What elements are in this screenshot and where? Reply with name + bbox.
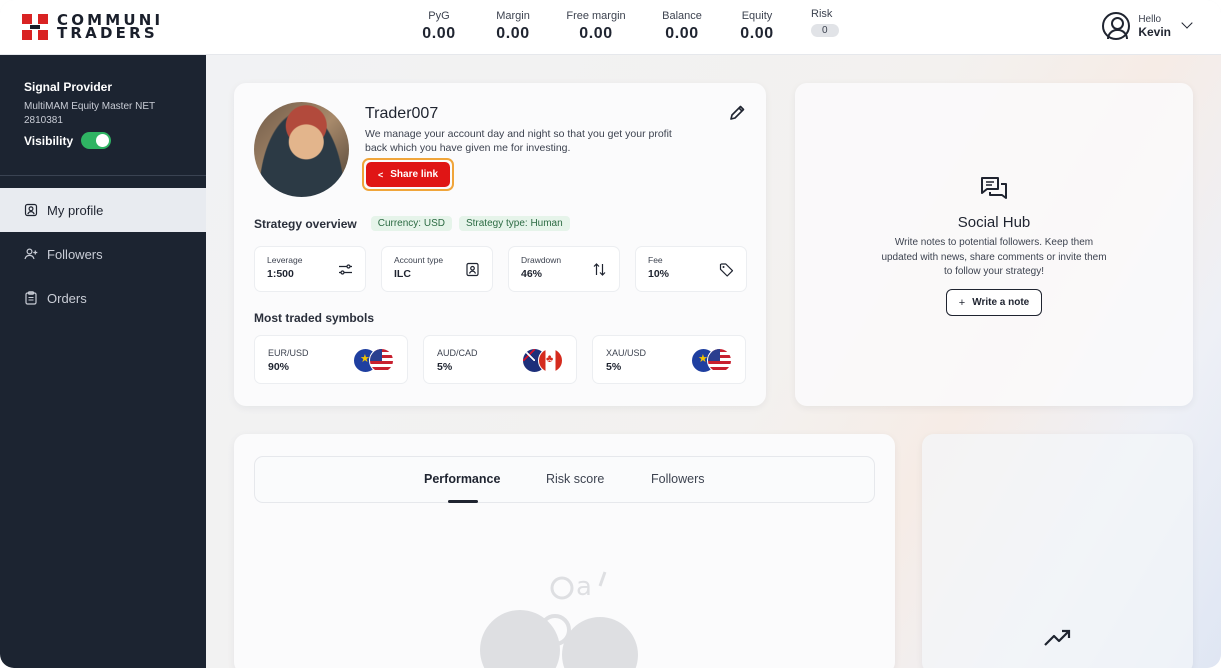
- stat-label: PyG: [428, 10, 450, 22]
- stat-free-margin: Free margin 0.00: [565, 10, 627, 43]
- account-name: MultiMAM Equity Master NET: [24, 101, 156, 112]
- us-flag-icon: [369, 348, 394, 373]
- sidebar-item-orders[interactable]: Orders: [0, 276, 206, 320]
- stat-value: 0.00: [422, 25, 456, 42]
- symbol-aud-cad: AUD/CAD 5%: [423, 335, 577, 384]
- share-link-button[interactable]: < Share link: [366, 162, 451, 187]
- risk-label: Risk: [811, 8, 833, 20]
- account-number: 2810381: [24, 115, 63, 126]
- sidebar-item-my-profile[interactable]: My profile: [0, 188, 206, 232]
- stat-risk: Risk 0: [811, 8, 845, 38]
- up-down-arrows-icon: [593, 263, 606, 276]
- social-hub-description: Write notes to potential followers. Keep…: [881, 237, 1107, 277]
- chevron-down-icon[interactable]: [1181, 17, 1193, 29]
- share-link-label: Share link: [390, 169, 439, 180]
- most-traded-symbols: EUR/USD 90% AUD/CAD 5% XAU/USD 5%: [254, 335, 761, 384]
- trending-up-icon: [1044, 629, 1071, 646]
- tab-performance[interactable]: Performance: [424, 472, 500, 486]
- ca-flag-icon: [538, 348, 563, 373]
- user-menu[interactable]: Hello Kevin: [1102, 12, 1193, 40]
- stat-value: 0.00: [665, 25, 699, 42]
- tab-followers[interactable]: Followers: [651, 472, 705, 486]
- strategy-overview-header: Strategy overview Currency: USD Strategy…: [254, 216, 577, 231]
- us-flag-icon: [707, 348, 732, 373]
- currency-flags: [691, 348, 733, 373]
- active-tab-indicator: [448, 500, 478, 503]
- user-avatar-icon: [1102, 12, 1131, 40]
- symbol-xau-usd: XAU/USD 5%: [592, 335, 746, 384]
- stat-label: Free margin: [566, 10, 626, 22]
- top-bar: COMMUNI TRADERS PyG 0.00 Margin 0.00 Fre…: [0, 0, 1221, 55]
- sliders-icon: [339, 264, 352, 275]
- profile-description: We manage your account day and night so …: [365, 128, 672, 154]
- sidebar-item-label: Followers: [47, 246, 103, 262]
- stat-label: Equity: [741, 10, 773, 22]
- performance-card: Performance Risk score Followers a: [234, 434, 895, 668]
- stat-margin: Margin 0.00: [494, 10, 532, 43]
- account-info: MultiMAM Equity Master NET 2810381: [24, 100, 182, 128]
- stat-value: 0.00: [740, 25, 774, 42]
- add-user-icon: [24, 248, 38, 260]
- visibility-row: Visibility: [24, 132, 182, 149]
- sidebar-item-label: Orders: [47, 290, 87, 306]
- metric-drawdown: Drawdown 46%: [508, 246, 620, 292]
- profile-card: Trader007 We manage your account day and…: [234, 83, 766, 406]
- social-hub-card: Social Hub Write notes to potential foll…: [795, 83, 1193, 406]
- clipboard-icon: [25, 291, 37, 305]
- social-hub-title: Social Hub: [957, 214, 1031, 231]
- write-note-label: Write a note: [972, 297, 1030, 308]
- profile-icon: [24, 203, 38, 217]
- currency-tag: Currency: USD: [370, 216, 452, 231]
- svg-text:a: a: [576, 572, 592, 602]
- secondary-card: [922, 434, 1193, 668]
- empty-state-illustration: a: [480, 571, 638, 668]
- metric-fee: Fee 10%: [635, 246, 747, 292]
- sidebar-title: Signal Provider: [24, 80, 113, 94]
- sidebar-item-label: My profile: [47, 202, 104, 218]
- stat-label: Balance: [662, 10, 702, 22]
- user-name: Kevin: [1138, 24, 1171, 39]
- strategy-metrics: Leverage 1:500 Account type ILC Drawdown…: [254, 246, 762, 292]
- strategy-type-tag: Strategy type: Human: [458, 216, 570, 231]
- id-card-icon: [466, 262, 479, 277]
- strategy-overview-title: Strategy overview: [254, 216, 357, 231]
- user-text: Hello Kevin: [1138, 14, 1171, 39]
- user-greeting: Hello: [1138, 13, 1162, 25]
- share-icon: <: [378, 169, 384, 180]
- visibility-label: Visibility: [24, 133, 74, 148]
- stat-equity: Equity 0.00: [737, 10, 777, 43]
- currency-flags: [353, 348, 395, 373]
- tag-icon: [719, 263, 734, 277]
- sidebar-divider: [0, 175, 206, 176]
- chat-bubbles-icon: [981, 177, 1007, 199]
- currency-flags: [522, 348, 564, 373]
- stat-value: 0.00: [579, 25, 613, 42]
- plus-icon: +: [958, 296, 966, 309]
- stat-value: 0.00: [496, 25, 530, 42]
- sidebar-nav: My profile Followers Orders: [0, 188, 206, 320]
- share-link-focus-ring: < Share link: [362, 158, 455, 191]
- account-stats: PyG 0.00 Margin 0.00 Free margin 0.00 Ba…: [0, 8, 1221, 50]
- pencil-icon[interactable]: [728, 104, 746, 122]
- visibility-toggle[interactable]: [81, 132, 112, 149]
- symbol-eur-usd: EUR/USD 90%: [254, 335, 408, 384]
- metric-account-type: Account type ILC: [381, 246, 493, 292]
- profile-avatar: [254, 102, 349, 197]
- write-note-button[interactable]: + Write a note: [946, 289, 1042, 316]
- stat-label: Margin: [496, 10, 530, 22]
- app-window: COMMUNI TRADERS PyG 0.00 Margin 0.00 Fre…: [0, 0, 1221, 668]
- metric-leverage: Leverage 1:500: [254, 246, 366, 292]
- most-traded-title: Most traded symbols: [254, 311, 375, 325]
- stat-balance: Balance 0.00: [660, 10, 704, 43]
- sidebar: Signal Provider MultiMAM Equity Master N…: [0, 55, 206, 668]
- risk-badge: 0: [811, 24, 839, 37]
- performance-tabs: Performance Risk score Followers: [254, 456, 875, 503]
- sidebar-item-followers[interactable]: Followers: [0, 232, 206, 276]
- stat-pyg: PyG 0.00: [421, 10, 457, 43]
- tab-risk-score[interactable]: Risk score: [546, 472, 604, 486]
- signal-provider-panel: Signal Provider MultiMAM Equity Master N…: [0, 55, 206, 149]
- profile-name: Trader007: [365, 105, 439, 122]
